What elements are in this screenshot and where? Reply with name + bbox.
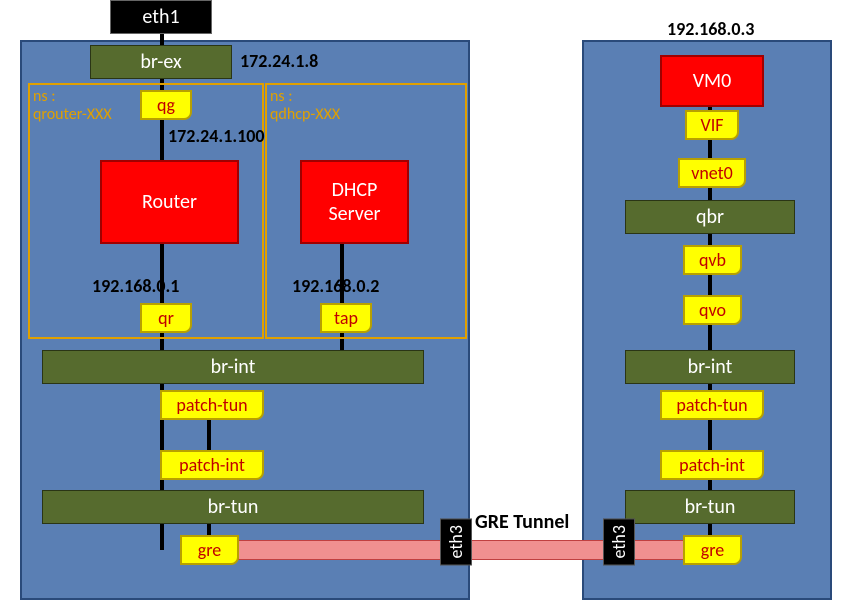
router-box: Router: [100, 160, 239, 244]
br-tun-left: br-tun: [42, 490, 424, 524]
vm0-box: VM0: [660, 55, 764, 107]
br-int-left: br-int: [42, 350, 424, 384]
gre-tunnel-label: GRE Tunnel: [475, 510, 569, 534]
vif-port: VIF: [685, 110, 739, 140]
qg-port: qg: [140, 90, 192, 120]
ns-qdhcp-label: ns : qdhcp-XXX: [270, 88, 340, 123]
tap-port: tap: [320, 303, 372, 333]
eth3-left: eth3: [440, 518, 472, 565]
patch-int-left: patch-int: [160, 450, 264, 480]
line-patch-left: [207, 415, 211, 450]
eth1-nic: eth1: [110, 0, 212, 34]
patch-tun-left: patch-tun: [160, 390, 264, 420]
ns-qrouter-label: ns : qrouter-XXX: [33, 88, 112, 123]
patch-int-right: patch-int: [660, 450, 764, 480]
vnet0-port: vnet0: [678, 158, 746, 188]
eth3-right: eth3: [603, 518, 635, 565]
qr-ip-label: 192.168.0.1: [92, 275, 179, 297]
ns-router-l1: ns :: [33, 87, 56, 106]
br-ex-ip-label: 172.24.1.8: [240, 50, 318, 72]
ns-dhcp-l1: ns :: [270, 87, 293, 106]
patch-tun-right: patch-tun: [660, 390, 764, 420]
qr-port: qr: [140, 303, 192, 333]
qg-ip-label: 172.24.1.100: [168, 125, 265, 147]
br-int-right: br-int: [625, 350, 795, 384]
ns-dhcp-l2: qdhcp-XXX: [270, 105, 340, 124]
qbr-bridge: qbr: [625, 200, 795, 234]
ns-router-l2: qrouter-XXX: [33, 105, 112, 124]
dhcp-box: DHCP Server: [300, 160, 409, 244]
qvo-port: qvo: [683, 295, 742, 325]
gre-left: gre: [180, 535, 239, 565]
br-tun-right: br-tun: [625, 490, 795, 524]
gre-right: gre: [683, 535, 742, 565]
qvb-port: qvb: [683, 245, 742, 275]
tap-ip-label: 192.168.0.2: [292, 275, 379, 297]
vm-ip-label: 192.168.0.3: [667, 18, 754, 40]
br-ex-bridge: br-ex: [90, 45, 232, 79]
